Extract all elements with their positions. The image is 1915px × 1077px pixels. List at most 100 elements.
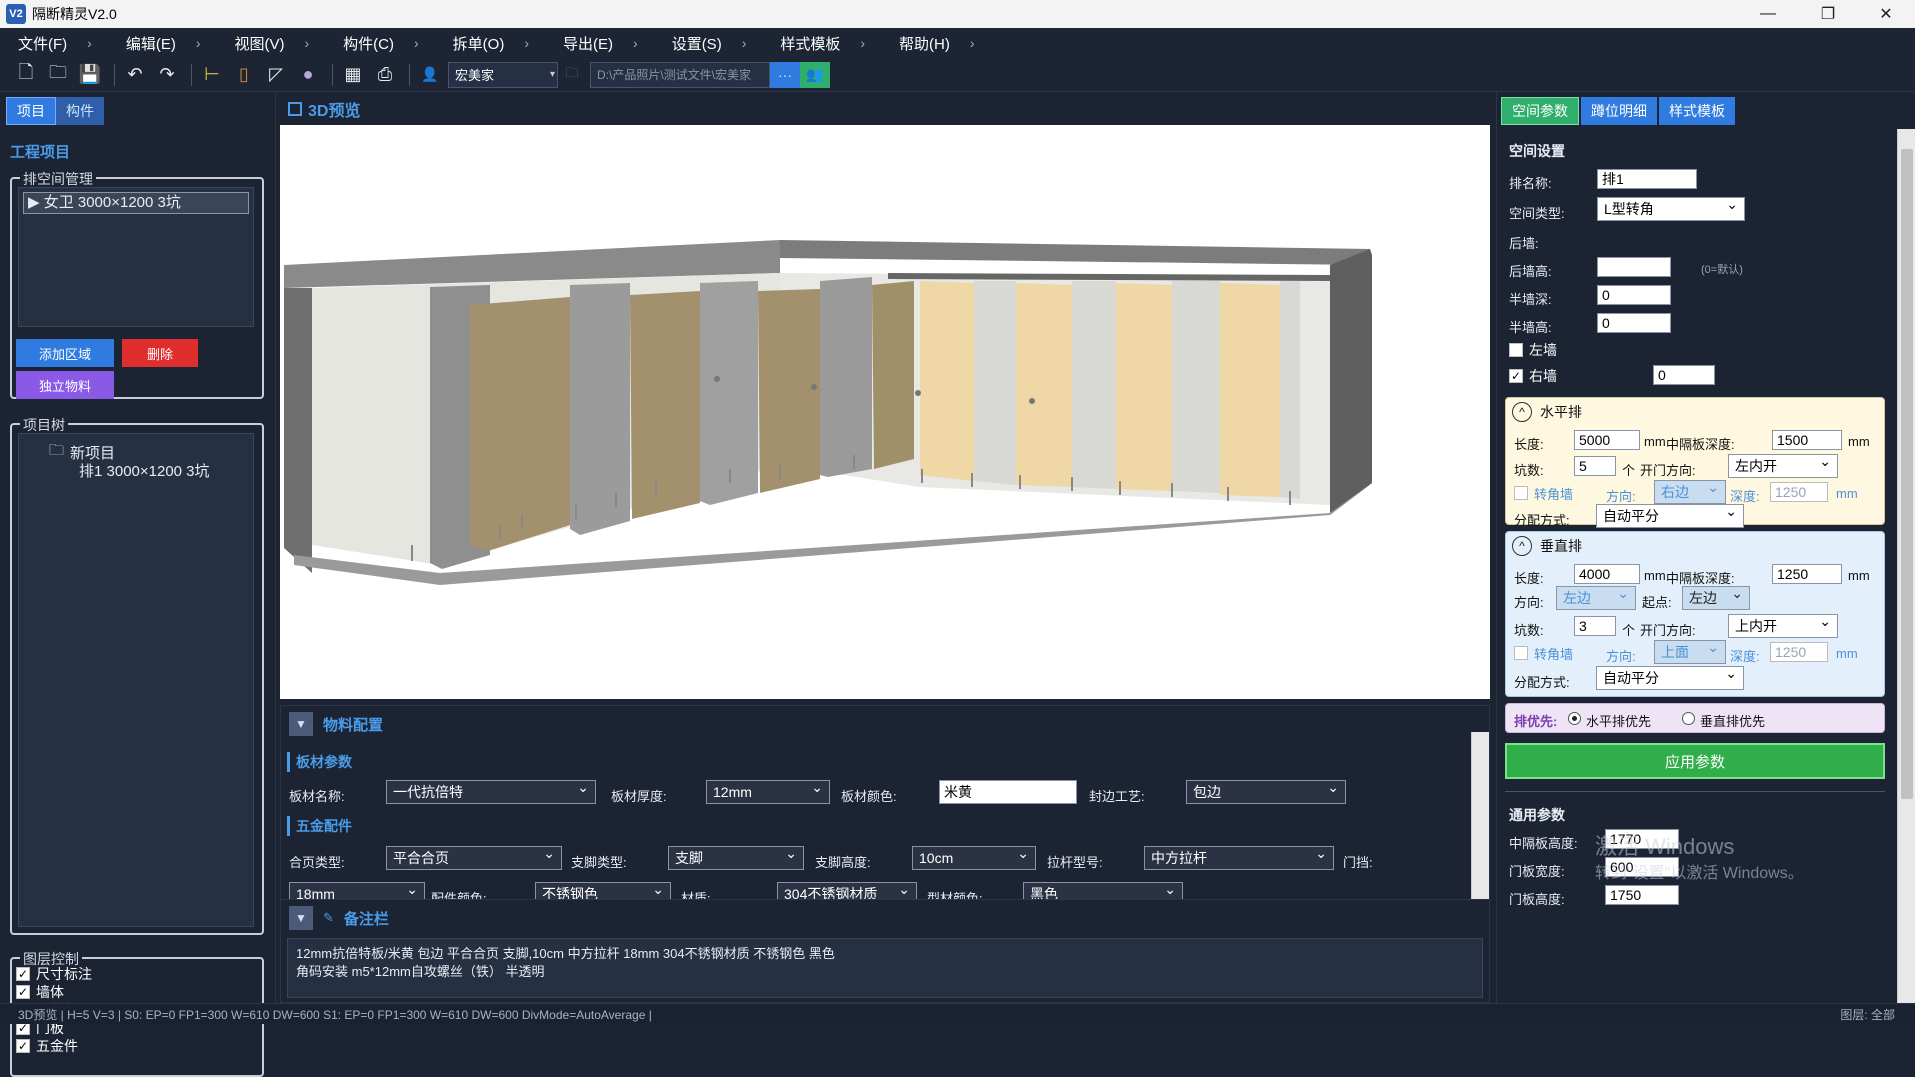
material-ball-icon[interactable]: ● bbox=[294, 61, 322, 89]
tab-space-params[interactable]: 空间参数 bbox=[1501, 97, 1579, 125]
checkbox-checked-icon[interactable]: ✓ bbox=[16, 985, 30, 999]
leg-height-select[interactable]: 10cm bbox=[912, 845, 1036, 870]
checkbox-checked-icon[interactable]: ✓ bbox=[16, 1039, 30, 1053]
dimension-tool-icon[interactable]: ⊢ bbox=[198, 61, 226, 89]
h-mid-depth-input[interactable]: 1500 bbox=[1772, 430, 1842, 450]
tab-style-template[interactable]: 样式模板 bbox=[1659, 97, 1735, 125]
radio-icon[interactable] bbox=[1682, 712, 1695, 725]
vertical-row-header[interactable]: ^ 垂直排 bbox=[1512, 536, 1582, 556]
save-icon[interactable]: 💾 bbox=[76, 61, 104, 89]
standalone-material-button[interactable]: 独立物料 bbox=[16, 371, 114, 399]
back-wall-height-input[interactable] bbox=[1597, 257, 1671, 277]
add-area-button[interactable]: 添加区域 bbox=[16, 339, 114, 367]
h-pits-input[interactable]: 5 bbox=[1574, 456, 1616, 476]
angle-tool-icon[interactable]: ◸ bbox=[262, 61, 290, 89]
checkbox-checked-icon[interactable]: ✓ bbox=[16, 967, 30, 981]
space-type-select[interactable]: L型转角 bbox=[1597, 196, 1745, 221]
collapse-icon[interactable]: ▼ bbox=[289, 712, 313, 736]
board-name-select[interactable]: 一代抗倍特 bbox=[386, 779, 596, 804]
color-input[interactable]: 米黄 bbox=[939, 780, 1077, 804]
menu-item-6[interactable]: 设置(S) › bbox=[660, 33, 761, 54]
tab-project[interactable]: 项目 bbox=[6, 97, 56, 125]
priority-horizontal-option[interactable]: 水平排优先 bbox=[1586, 711, 1651, 730]
v-mid-depth-input[interactable]: 1250 bbox=[1772, 564, 1842, 584]
scrollbar-thumb[interactable] bbox=[1901, 149, 1913, 799]
tab-stall-details[interactable]: 蹲位明细 bbox=[1581, 97, 1657, 125]
h-corner-depth-input[interactable]: 1250 bbox=[1770, 482, 1828, 502]
collapse-icon[interactable]: ▼ bbox=[289, 906, 313, 930]
menu-item-3[interactable]: 构件(C) › bbox=[331, 33, 433, 54]
hinge-select[interactable]: 平合合页 bbox=[386, 845, 562, 870]
right-scrollbar[interactable] bbox=[1897, 129, 1915, 1003]
h-corner-checkbox[interactable]: 转角墙 bbox=[1514, 484, 1573, 502]
h-length-input[interactable]: 5000 bbox=[1574, 430, 1640, 450]
browse-button[interactable]: ··· bbox=[770, 61, 800, 88]
material-header[interactable]: ▼ 物料配置 bbox=[289, 712, 383, 736]
menu-item-4[interactable]: 拆单(O) › bbox=[441, 33, 543, 54]
v-corner-checkbox[interactable]: 转角墙 bbox=[1514, 644, 1573, 662]
thickness-select[interactable]: 12mm bbox=[706, 779, 830, 804]
v-corner-depth-input[interactable]: 1250 bbox=[1770, 642, 1828, 662]
checkbox-icon[interactable] bbox=[1514, 486, 1528, 500]
maximize-button[interactable]: ❐ bbox=[1800, 0, 1856, 28]
tab-components[interactable]: 构件 bbox=[56, 97, 104, 125]
redo-icon[interactable]: ↷ bbox=[153, 61, 181, 89]
checkbox-icon[interactable] bbox=[1514, 646, 1528, 660]
v-dir-select[interactable]: 左边 bbox=[1556, 585, 1636, 610]
3d-viewport[interactable] bbox=[280, 125, 1490, 699]
notes-header[interactable]: ▼ ✎ 备注栏 bbox=[289, 906, 389, 930]
calculator-icon[interactable]: ▦ bbox=[339, 61, 367, 89]
v-pits-input[interactable]: 3 bbox=[1574, 616, 1616, 636]
menu-item-1[interactable]: 编辑(E) › bbox=[114, 33, 215, 54]
delete-button[interactable]: 删除 bbox=[122, 339, 198, 367]
menu-item-5[interactable]: 导出(E) › bbox=[551, 33, 652, 54]
horizontal-row-header[interactable]: ^ 水平排 bbox=[1512, 402, 1582, 422]
half-wall-height-input[interactable]: 0 bbox=[1597, 313, 1671, 333]
tree-child[interactable]: 排1 3000×1200 3坑 bbox=[79, 460, 210, 481]
menu-item-0[interactable]: 文件(F) › bbox=[6, 33, 106, 54]
row-name-input[interactable]: 排1 bbox=[1597, 169, 1697, 189]
h-corner-dir-select[interactable]: 右边 bbox=[1654, 479, 1726, 504]
right-wall-checkbox[interactable]: ✓ 右墙 bbox=[1509, 367, 1557, 385]
path-field[interactable]: D:\产品照片\测试文件\宏美家 bbox=[590, 61, 770, 88]
leg-select[interactable]: 支脚 bbox=[668, 845, 804, 870]
door-tool-icon[interactable]: ▯ bbox=[230, 61, 258, 89]
checkbox-icon[interactable] bbox=[1509, 343, 1523, 357]
users-icon[interactable]: 👥 bbox=[800, 61, 830, 88]
left-wall-checkbox[interactable]: 左墙 bbox=[1509, 341, 1557, 359]
radio-selected-icon[interactable] bbox=[1568, 712, 1581, 725]
open-folder-icon[interactable]: 🗀 bbox=[44, 61, 72, 89]
export-icon[interactable]: ⎙ bbox=[371, 61, 399, 89]
v-length-input[interactable]: 4000 bbox=[1574, 564, 1640, 584]
handle-select[interactable]: 中方拉杆 bbox=[1144, 845, 1334, 870]
checkbox-checked-icon[interactable]: ✓ bbox=[1509, 369, 1523, 383]
h-door-dir-select[interactable]: 左内开 bbox=[1728, 453, 1838, 478]
half-wall-depth-input[interactable]: 0 bbox=[1597, 285, 1671, 305]
menu-item-8[interactable]: 帮助(H) › bbox=[887, 33, 989, 54]
door-height-input[interactable]: 1750 bbox=[1605, 885, 1679, 905]
priority-vertical-option[interactable]: 垂直排优先 bbox=[1700, 711, 1765, 730]
v-start-select[interactable]: 左边 bbox=[1682, 585, 1750, 610]
undo-icon[interactable]: ↶ bbox=[121, 61, 149, 89]
company-select[interactable]: 宏美家 ▾ bbox=[448, 61, 558, 88]
v-door-dir-select[interactable]: 上内开 bbox=[1728, 613, 1838, 638]
close-button[interactable]: ✕ bbox=[1858, 0, 1914, 28]
v-corner-dir-select[interactable]: 上面 bbox=[1654, 639, 1726, 664]
layer-item[interactable]: ✓ 五金件 bbox=[16, 1037, 92, 1055]
collapse-up-icon[interactable]: ^ bbox=[1512, 402, 1532, 422]
v-alloc-select[interactable]: 自动平分 bbox=[1596, 665, 1744, 690]
menu-item-7[interactable]: 样式模板 › bbox=[768, 33, 879, 54]
collapse-up-icon[interactable]: ^ bbox=[1512, 536, 1532, 556]
edge-select[interactable]: 包边 bbox=[1186, 779, 1346, 804]
layer-item[interactable]: ✓ 尺寸标注 bbox=[16, 965, 92, 983]
menu-item-2[interactable]: 视图(V) › bbox=[223, 33, 324, 54]
minimize-button[interactable]: — bbox=[1740, 0, 1796, 28]
h-alloc-select[interactable]: 自动平分 bbox=[1596, 503, 1744, 528]
apply-params-button[interactable]: 应用参数 bbox=[1505, 743, 1885, 779]
space-item[interactable]: ▶ 女卫 3000×1200 3坑 bbox=[23, 192, 249, 214]
notes-content[interactable]: 12mm抗倍特板/米黄 包边 平合合页 支脚,10cm 中方拉杆 18mm 30… bbox=[287, 938, 1483, 998]
material-scrollbar[interactable] bbox=[1471, 732, 1489, 904]
layer-item[interactable]: ✓ 墙体 bbox=[16, 983, 92, 1001]
new-file-icon[interactable]: 🗋 bbox=[12, 61, 40, 89]
right-wall-input[interactable]: 0 bbox=[1653, 365, 1715, 385]
